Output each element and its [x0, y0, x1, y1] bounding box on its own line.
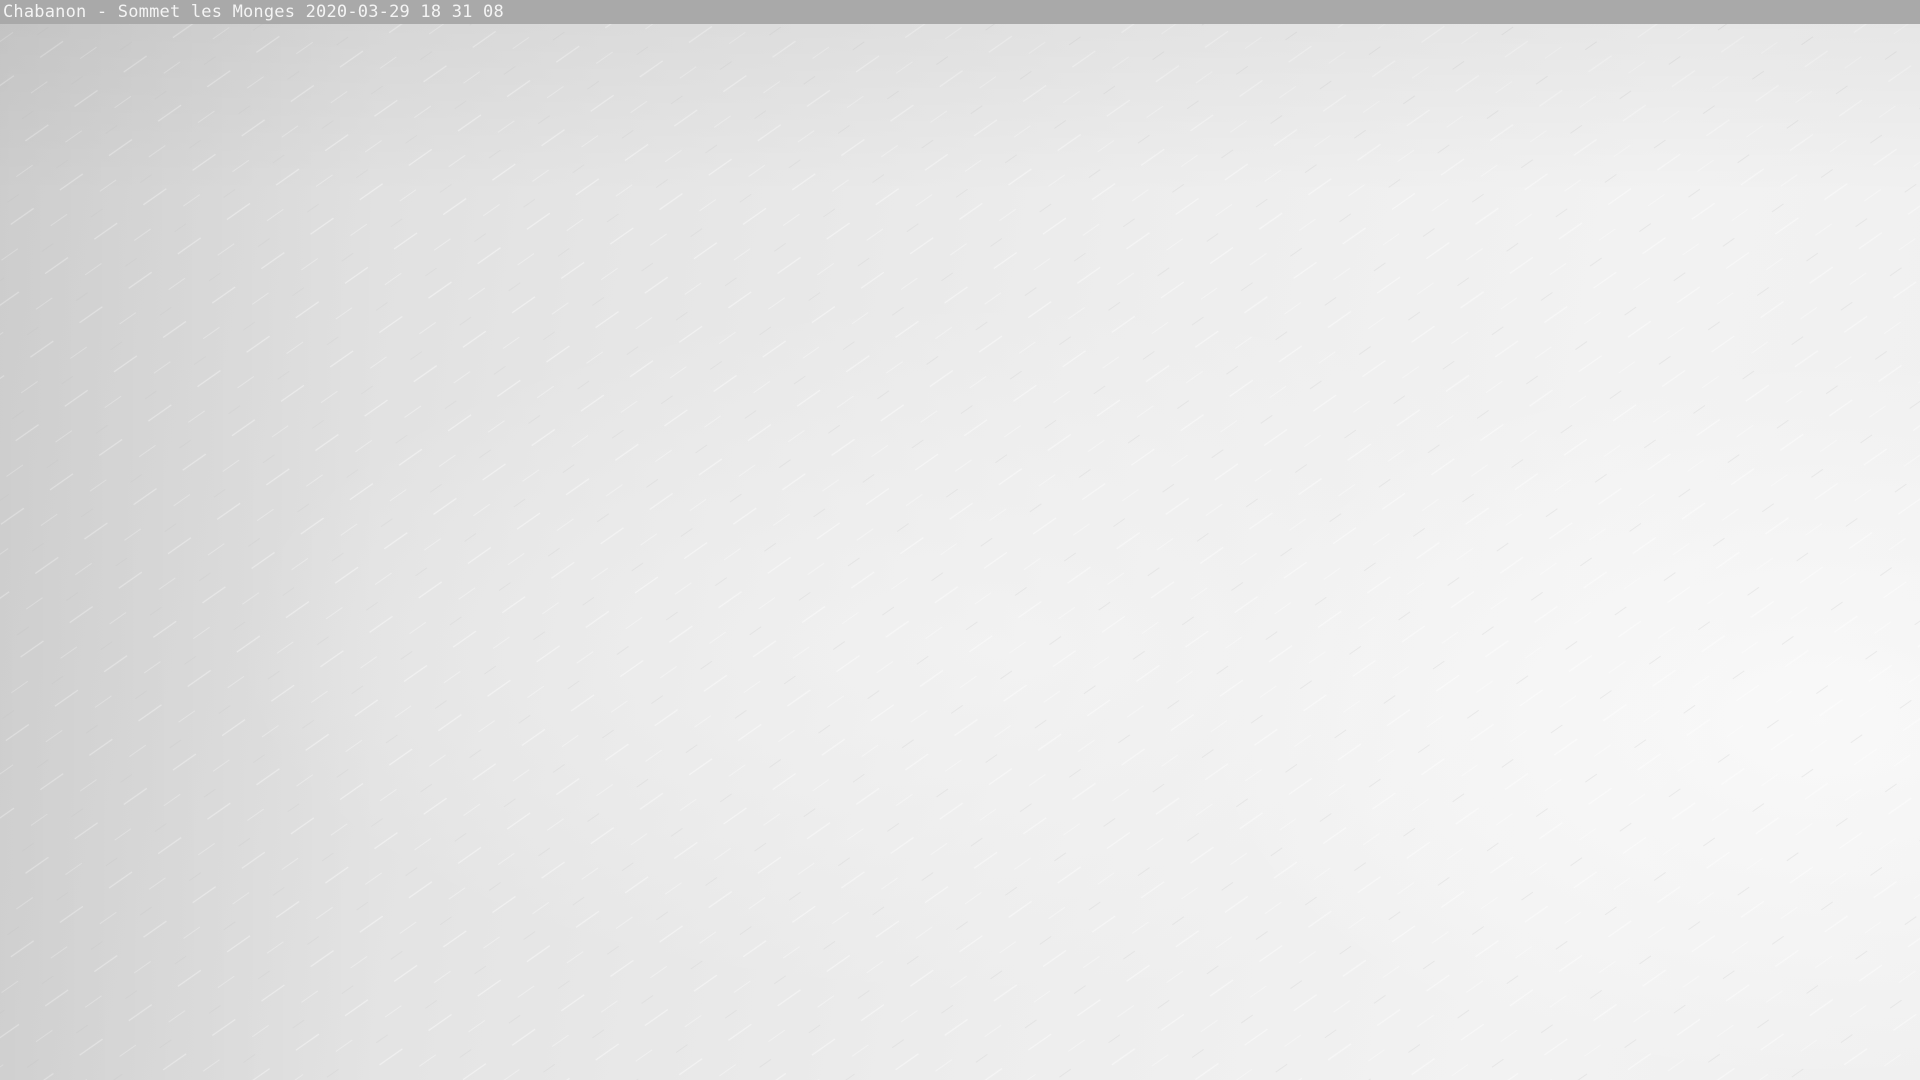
snow-streaks: [0, 0, 1920, 1080]
webcam-caption: Chabanon - Sommet les Monges 2020-03-29 …: [3, 2, 504, 22]
webcam-image: Chabanon - Sommet les Monges 2020-03-29 …: [0, 0, 1920, 1080]
caption-bar: Chabanon - Sommet les Monges 2020-03-29 …: [0, 0, 1920, 24]
